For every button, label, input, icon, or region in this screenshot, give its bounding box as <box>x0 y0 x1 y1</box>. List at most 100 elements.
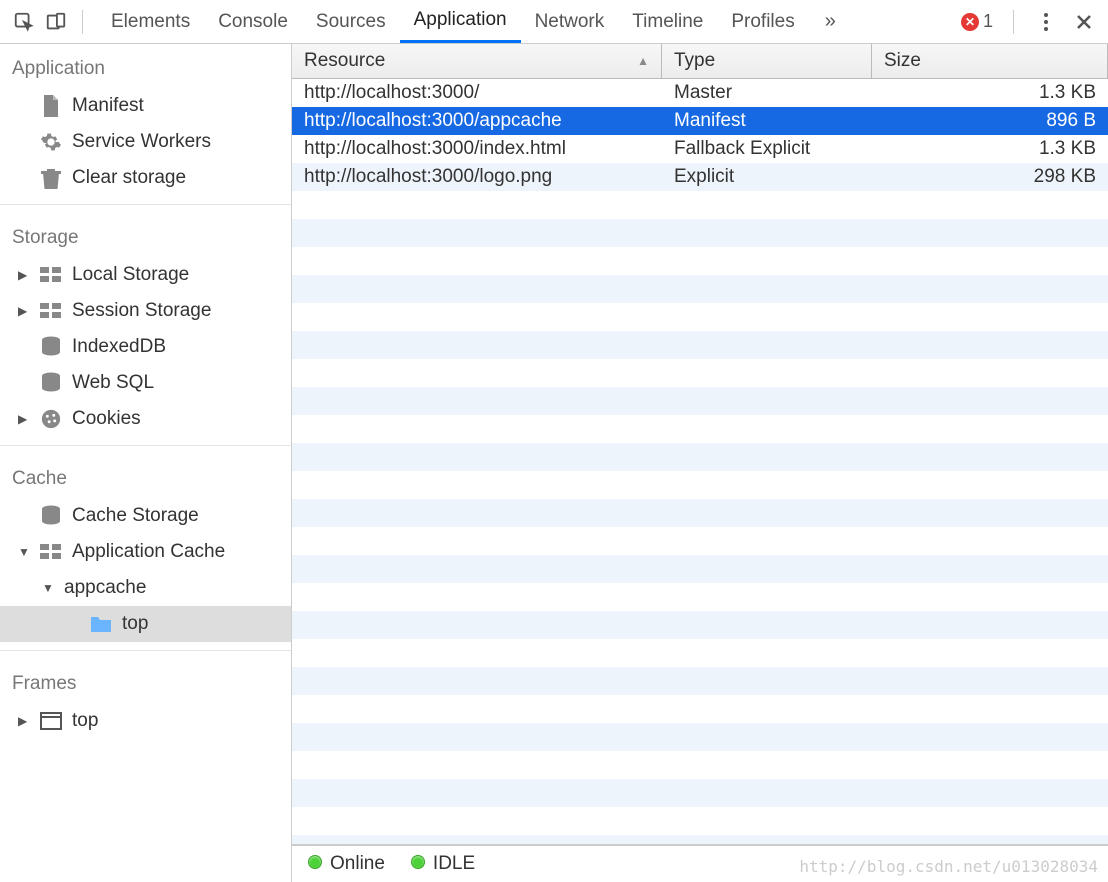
database-icon <box>40 505 62 527</box>
sidebar-item-indexeddb[interactable]: ▶IndexedDB <box>0 329 291 365</box>
chevron-down-icon: ▼ <box>18 545 30 559</box>
database-icon <box>40 336 62 358</box>
tab-application[interactable]: Application <box>400 0 521 43</box>
error-count: 1 <box>983 11 993 32</box>
tab-profiles[interactable]: Profiles <box>717 0 808 43</box>
empty-row <box>292 499 1108 527</box>
sidebar-item-session-storage[interactable]: ▶Session Storage <box>0 293 291 329</box>
cache-status-label: IDLE <box>433 853 475 874</box>
cell-type: Manifest <box>662 110 872 132</box>
sidebar-item-label: Clear storage <box>72 167 186 189</box>
cell-size: 896 B <box>872 110 1108 132</box>
folder-icon <box>90 613 112 635</box>
more-tabs-icon[interactable]: » <box>817 10 844 33</box>
sidebar-item-label: top <box>122 613 148 635</box>
empty-row <box>292 695 1108 723</box>
empty-row <box>292 779 1108 807</box>
inspect-icon[interactable] <box>12 10 36 34</box>
sidebar-group-storage: Storage <box>0 213 291 257</box>
close-icon[interactable] <box>1072 10 1096 34</box>
frame-icon <box>40 710 62 732</box>
sidebar-item-appcache[interactable]: ▼appcache <box>0 570 291 606</box>
sidebar-item-manifest[interactable]: ▶Manifest <box>0 88 291 124</box>
empty-row <box>292 415 1108 443</box>
empty-row <box>292 611 1108 639</box>
devtools-tabs: ElementsConsoleSourcesApplicationNetwork… <box>97 0 809 43</box>
column-header-label: Size <box>884 50 921 72</box>
cell-size: 298 KB <box>872 166 1108 188</box>
sidebar-item-web-sql[interactable]: ▶Web SQL <box>0 365 291 401</box>
empty-row <box>292 751 1108 779</box>
empty-row <box>292 359 1108 387</box>
cell-resource: http://localhost:3000/ <box>292 82 662 104</box>
cell-type: Master <box>662 82 872 104</box>
application-sidebar: Application▶Manifest▶Service Workers▶Cle… <box>0 44 292 882</box>
status-dot-icon <box>308 855 322 869</box>
empty-row <box>292 443 1108 471</box>
device-toggle-icon[interactable] <box>44 10 68 34</box>
divider <box>82 10 83 34</box>
column-header-type[interactable]: Type <box>662 44 872 78</box>
sidebar-group-cache: Cache <box>0 454 291 498</box>
sidebar-item-label: Manifest <box>72 95 144 117</box>
grid-icon <box>40 300 62 322</box>
connection-status-label: Online <box>330 853 385 874</box>
file-icon <box>40 95 62 117</box>
cell-type: Fallback Explicit <box>662 138 872 160</box>
sidebar-item-service-workers[interactable]: ▶Service Workers <box>0 124 291 160</box>
tab-timeline[interactable]: Timeline <box>618 0 717 43</box>
cell-resource: http://localhost:3000/logo.png <box>292 166 662 188</box>
error-indicator[interactable]: ✕ 1 <box>961 11 993 32</box>
sidebar-item-top[interactable]: ▶ top <box>0 703 291 739</box>
cookie-icon <box>40 408 62 430</box>
cell-resource: http://localhost:3000/appcache <box>292 110 662 132</box>
sidebar-item-cookies[interactable]: ▶Cookies <box>0 401 291 437</box>
trash-icon <box>40 167 62 189</box>
sidebar-item-label: IndexedDB <box>72 336 166 358</box>
sidebar-item-local-storage[interactable]: ▶Local Storage <box>0 257 291 293</box>
table-header: Resource ▲ Type Size <box>292 44 1108 79</box>
tab-network[interactable]: Network <box>521 0 619 43</box>
sort-ascending-icon: ▲ <box>637 54 649 68</box>
chevron-right-icon: ▶ <box>18 714 30 728</box>
tab-sources[interactable]: Sources <box>302 0 400 43</box>
devtools-topbar: ElementsConsoleSourcesApplicationNetwork… <box>0 0 1108 44</box>
sidebar-item-label: Local Storage <box>72 264 189 286</box>
empty-row <box>292 219 1108 247</box>
empty-row <box>292 471 1108 499</box>
empty-row <box>292 303 1108 331</box>
grid-icon <box>40 264 62 286</box>
tab-console[interactable]: Console <box>204 0 302 43</box>
tab-elements[interactable]: Elements <box>97 0 204 43</box>
kebab-menu-icon[interactable] <box>1034 10 1058 34</box>
column-header-label: Resource <box>304 50 385 72</box>
sidebar-item-label: Service Workers <box>72 131 211 153</box>
column-header-resource[interactable]: Resource ▲ <box>292 44 662 78</box>
sidebar-item-label: Application Cache <box>72 541 225 563</box>
empty-row <box>292 247 1108 275</box>
empty-row <box>292 639 1108 667</box>
sidebar-item-application-cache[interactable]: ▼ Application Cache <box>0 534 291 570</box>
table-row[interactable]: http://localhost:3000/Master1.3 KB <box>292 79 1108 107</box>
cell-resource: http://localhost:3000/index.html <box>292 138 662 160</box>
table-row[interactable]: http://localhost:3000/index.htmlFallback… <box>292 135 1108 163</box>
table-row[interactable]: http://localhost:3000/logo.pngExplicit29… <box>292 163 1108 191</box>
sidebar-item-label: Session Storage <box>72 300 211 322</box>
sidebar-group-application: Application <box>0 44 291 88</box>
status-bar: Online IDLE http://blog.csdn.net/u013028… <box>292 845 1108 882</box>
sidebar-item-cache-storage[interactable]: ▶Cache Storage <box>0 498 291 534</box>
cell-size: 1.3 KB <box>872 82 1108 104</box>
gear-icon <box>40 131 62 153</box>
sidebar-item-label: top <box>72 710 98 732</box>
cell-size: 1.3 KB <box>872 138 1108 160</box>
appcache-detail-panel: Resource ▲ Type Size http://localhost:30… <box>292 44 1108 882</box>
column-header-size[interactable]: Size <box>872 44 1108 78</box>
sidebar-item-clear-storage[interactable]: ▶Clear storage <box>0 160 291 196</box>
sidebar-item-top[interactable]: ▶top <box>0 606 291 642</box>
database-icon <box>40 372 62 394</box>
table-row[interactable]: http://localhost:3000/appcacheManifest89… <box>292 107 1108 135</box>
empty-row <box>292 555 1108 583</box>
empty-row <box>292 527 1108 555</box>
watermark-text: http://blog.csdn.net/u013028034 <box>799 857 1098 876</box>
status-dot-icon <box>411 855 425 869</box>
